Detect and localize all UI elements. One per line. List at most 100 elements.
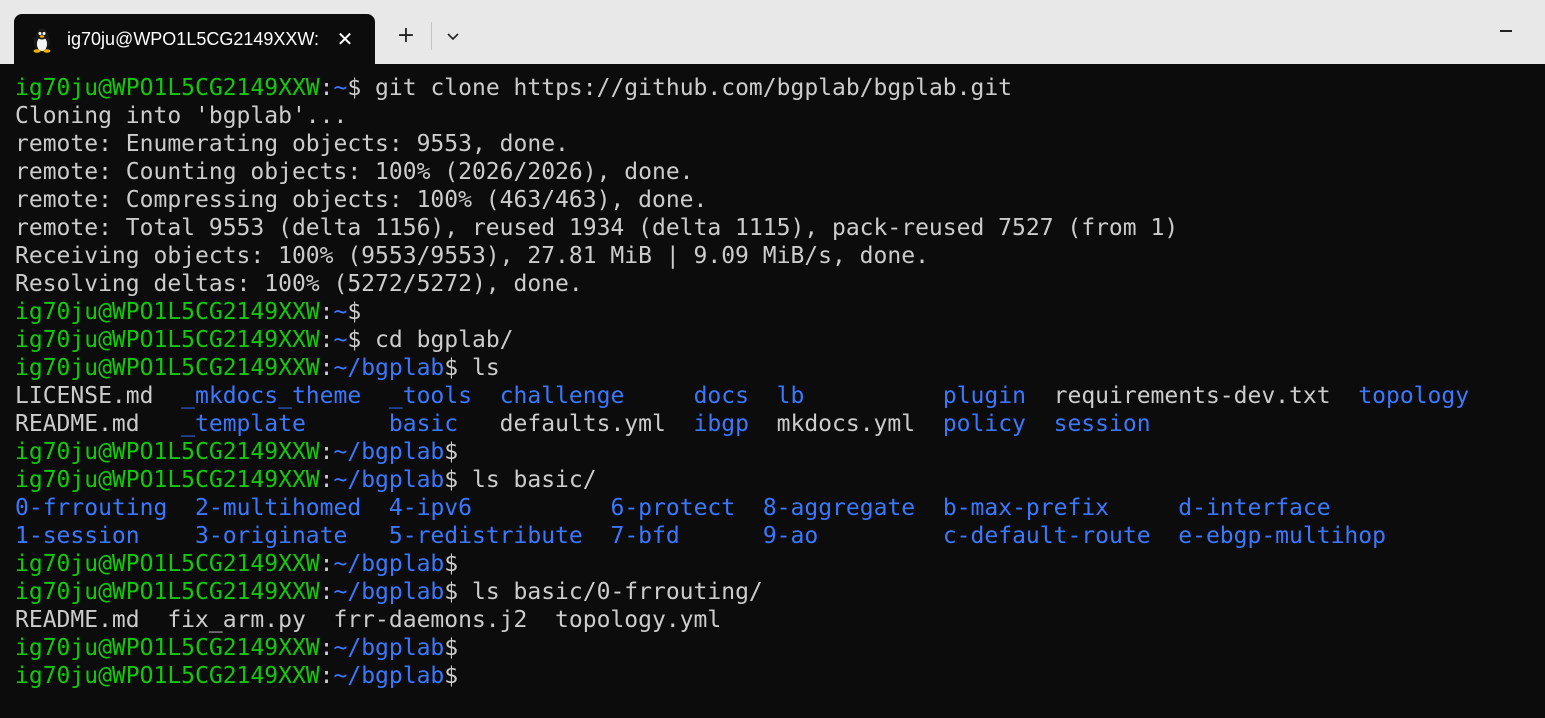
prompt-user-host: ig70ju@WPO1L5CG2149XXW bbox=[15, 467, 320, 493]
terminal-line: remote: Compressing objects: 100% (463/4… bbox=[15, 186, 1469, 214]
terminal-text: $ git clone https://github.com/bgplab/bg… bbox=[347, 75, 1013, 101]
terminal-text: : bbox=[319, 663, 334, 689]
directory-entry: 0-frrouting bbox=[15, 495, 168, 521]
terminal-text: $ ls basic/ bbox=[444, 467, 597, 493]
terminal-text: $ cd bgplab/ bbox=[347, 327, 514, 353]
tab-title: ig70ju@WPO1L5CG2149XXW: bbox=[67, 29, 320, 49]
terminal-line: ig70ju@WPO1L5CG2149XXW:~/bgplab$ bbox=[15, 634, 1469, 662]
directory-entry: ibgp bbox=[693, 411, 749, 437]
terminal-text: $ ls bbox=[444, 355, 500, 381]
minimize-icon[interactable] bbox=[1486, 16, 1526, 46]
terminal-text: $ bbox=[444, 663, 459, 689]
directory-entry: b-max-prefix bbox=[942, 495, 1110, 521]
directory-entry: 1-session bbox=[15, 523, 140, 549]
prompt-user-host: ig70ju@WPO1L5CG2149XXW bbox=[15, 299, 320, 325]
chevron-down-icon[interactable] bbox=[440, 22, 466, 50]
terminal-line: Cloning into 'bgplab'... bbox=[15, 102, 1469, 130]
directory-entry: 8-aggregate bbox=[762, 495, 916, 521]
new-tab-button[interactable]: + bbox=[390, 22, 422, 50]
terminal-line: 0-frrouting 2-multihomed 4-ipv6 6-protec… bbox=[15, 494, 1469, 522]
prompt-user-host: ig70ju@WPO1L5CG2149XXW bbox=[15, 439, 320, 465]
directory-entry: 7-bfd bbox=[610, 523, 680, 549]
directory-entry: _template bbox=[181, 411, 306, 437]
terminal-tab[interactable]: ig70ju@WPO1L5CG2149XXW: ✕ bbox=[14, 14, 375, 64]
terminal-text: mkdocs.yml bbox=[748, 411, 943, 437]
directory-entry: plugin bbox=[942, 383, 1026, 409]
prompt-user-host: ig70ju@WPO1L5CG2149XXW bbox=[15, 75, 320, 101]
terminal-line: ig70ju@WPO1L5CG2149XXW:~/bgplab$ bbox=[15, 662, 1469, 690]
prompt-path: ~/bgplab bbox=[333, 663, 445, 689]
directory-entry: 6-protect bbox=[610, 495, 736, 521]
directory-entry: 5-redistribute bbox=[388, 523, 583, 549]
directory-entry: policy bbox=[942, 411, 1026, 437]
terminal-text: $ bbox=[444, 551, 459, 577]
title-bar: ig70ju@WPO1L5CG2149XXW: ✕ + bbox=[0, 0, 1545, 64]
terminal-line: ig70ju@WPO1L5CG2149XXW:~$ cd bgplab/ bbox=[15, 326, 1469, 354]
directory-entry: lb bbox=[776, 383, 805, 409]
terminal-text: Receiving objects: 100% (9553/9553), 27.… bbox=[15, 243, 929, 269]
terminal-text: $ ls basic/0-frrouting/ bbox=[444, 579, 763, 605]
prompt-user-host: ig70ju@WPO1L5CG2149XXW bbox=[15, 551, 320, 577]
terminal-text: Resolving deltas: 100% (5272/5272), done… bbox=[15, 271, 583, 297]
terminal-line: Resolving deltas: 100% (5272/5272), done… bbox=[15, 270, 1469, 298]
directory-entry: 9-ao bbox=[762, 523, 819, 549]
directory-entry: 2-multihomed bbox=[195, 495, 362, 521]
terminal-text: Cloning into 'bgplab'... bbox=[15, 103, 348, 129]
prompt-user-host: ig70ju@WPO1L5CG2149XXW bbox=[15, 579, 320, 605]
terminal-text: remote: Counting objects: 100% (2026/202… bbox=[15, 159, 694, 185]
terminal-line: remote: Total 9553 (delta 1156), reused … bbox=[15, 214, 1469, 242]
terminal-text: $ bbox=[444, 635, 459, 661]
close-icon[interactable]: ✕ bbox=[332, 26, 358, 52]
directory-entry: basic bbox=[388, 411, 459, 437]
prompt-user-host: ig70ju@WPO1L5CG2149XXW bbox=[15, 327, 320, 353]
terminal-line: LICENSE.md _mkdocs_theme _tools challeng… bbox=[15, 382, 1469, 410]
prompt-user-host: ig70ju@WPO1L5CG2149XXW bbox=[15, 663, 320, 689]
prompt-path: ~/bgplab bbox=[333, 467, 445, 493]
directory-entry: _tools bbox=[388, 383, 472, 409]
terminal-line: ig70ju@WPO1L5CG2149XXW:~/bgplab$ ls basi… bbox=[15, 466, 1469, 494]
terminal-text: $ bbox=[444, 439, 459, 465]
terminal-line: ig70ju@WPO1L5CG2149XXW:~$ bbox=[15, 298, 1469, 326]
terminal-text: : bbox=[319, 551, 334, 577]
terminal-line: remote: Counting objects: 100% (2026/202… bbox=[15, 158, 1469, 186]
directory-entry: 3-originate bbox=[195, 523, 348, 549]
terminal-text: remote: Compressing objects: 100% (463/4… bbox=[15, 187, 708, 213]
prompt-path: ~ bbox=[333, 327, 348, 353]
linux-penguin-icon bbox=[28, 26, 56, 54]
directory-entry: challenge bbox=[499, 383, 625, 409]
terminal-line: 1-session 3-originate 5-redistribute 7-b… bbox=[15, 522, 1469, 550]
directory-entry: d-interface bbox=[1178, 495, 1331, 521]
prompt-path: ~/bgplab bbox=[333, 635, 445, 661]
terminal-output[interactable]: ig70ju@WPO1L5CG2149XXW: ~ $ git clone http… bbox=[0, 64, 1545, 718]
directory-entry: session bbox=[1053, 411, 1151, 437]
terminal-line: README.md fix_arm.py frr-daemons.j2 topo… bbox=[15, 606, 1469, 634]
terminal-line: ig70ju@WPO1L5CG2149XXW:~$ git clone http… bbox=[15, 74, 1469, 102]
directory-entry: 4-ipv6 bbox=[388, 495, 472, 521]
terminal-text: remote: Enumerating objects: 9553, done. bbox=[15, 131, 569, 157]
terminal-line: README.md _template basic defaults.yml i… bbox=[15, 410, 1469, 438]
terminal-line: ig70ju@WPO1L5CG2149XXW:~/bgplab$ ls bbox=[15, 354, 1469, 382]
prompt-path: ~ bbox=[333, 299, 348, 325]
terminal-text: $ bbox=[347, 299, 362, 325]
terminal-text: README.md fix_arm.py frr-daemons.j2 topo… bbox=[15, 607, 722, 633]
prompt-path: ~/bgplab bbox=[333, 439, 445, 465]
directory-entry: _mkdocs_theme bbox=[181, 383, 362, 409]
directory-entry: docs bbox=[693, 383, 749, 409]
terminal-line: ig70ju@WPO1L5CG2149XXW:~/bgplab$ bbox=[15, 550, 1469, 578]
terminal-text: defaults.yml bbox=[458, 411, 694, 437]
